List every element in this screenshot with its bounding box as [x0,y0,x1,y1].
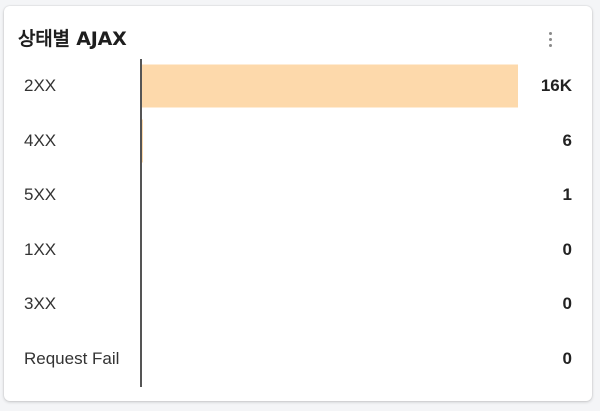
ajax-status-card: 상태별 AJAX 2XX 16K 4XX 6 5XX 1 1XX 0 3XX 0 Request F… [4,6,592,401]
card-title: 상태별 AJAX [18,28,127,50]
value-label: 6 [562,130,572,150]
chart-row: 5XX 1 [4,168,592,222]
chart-row: 4XX 6 [4,114,592,168]
category-label: 4XX [24,130,57,150]
category-label: 2XX [24,76,57,95]
value-label: 16K [540,76,572,95]
category-label: Request Fail [24,348,120,368]
chart-row: 3XX 0 [4,277,592,331]
menu-dot [548,37,552,41]
chart-row: 1XX 0 [4,223,592,277]
category-label: 1XX [24,239,57,259]
category-label: 3XX [24,294,57,313]
chart-row: 2XX 16K [4,59,592,113]
category-label: 5XX [24,185,57,204]
menu-dot [548,43,552,47]
value-label: 0 [562,348,572,368]
value-label: 0 [562,239,572,259]
chart-row: Request Fail 0 [4,332,592,386]
more-options-icon[interactable] [540,26,560,52]
value-label: 0 [562,294,572,313]
bar[interactable] [142,64,518,108]
chart-axis-line [140,59,142,387]
menu-dot [548,31,552,35]
value-label: 1 [562,185,572,204]
